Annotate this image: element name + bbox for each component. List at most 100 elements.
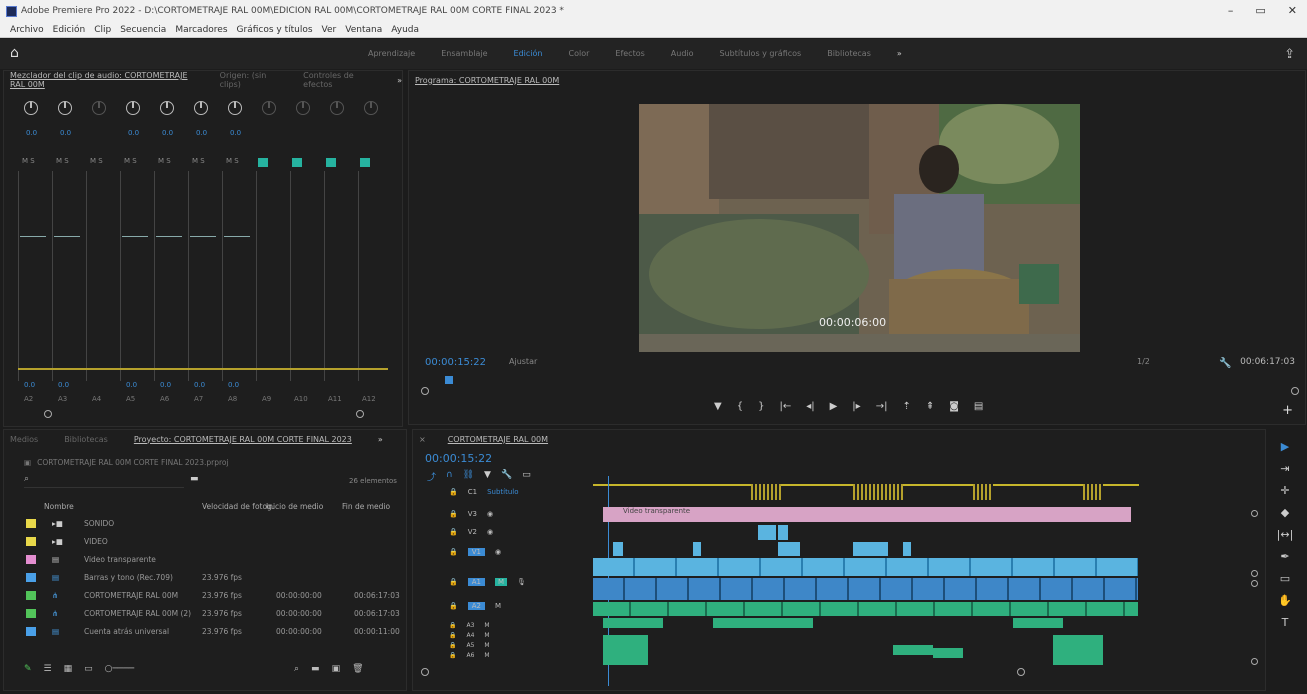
video-clip[interactable]: [693, 542, 701, 556]
pen-tool-icon[interactable]: ✒: [1280, 550, 1289, 563]
rectangle-tool-icon[interactable]: ▭: [1280, 572, 1290, 585]
workspace-tab-ensamblaje[interactable]: Ensamblaje: [441, 49, 487, 58]
lock-icon[interactable]: 🔒: [449, 602, 458, 610]
video-clip[interactable]: [778, 542, 800, 556]
caption-clip-group[interactable]: [853, 484, 903, 500]
list-item[interactable]: ▤ Cuenta atrás universal 23.976 fps 00:0…: [4, 622, 408, 640]
step-forward-icon[interactable]: |▸: [852, 401, 860, 412]
program-playhead-timecode[interactable]: 00:00:15:22: [425, 357, 486, 368]
selection-tool-icon[interactable]: ▶: [1281, 440, 1289, 453]
lock-icon[interactable]: 🔒: [449, 510, 458, 518]
menu-marcadores[interactable]: Marcadores: [175, 25, 227, 35]
menu-graficos[interactable]: Gráficos y títulos: [237, 25, 313, 35]
minimize-button[interactable]: –: [1228, 4, 1234, 17]
column-name[interactable]: Nombre: [44, 502, 74, 511]
audio-clip[interactable]: [603, 635, 648, 665]
fader-handle[interactable]: [224, 236, 250, 237]
slip-tool-icon[interactable]: |↔|: [1277, 528, 1294, 541]
menu-edicion[interactable]: Edición: [53, 25, 86, 35]
ripple-edit-tool-icon[interactable]: ✛: [1280, 484, 1289, 497]
mark-in-icon[interactable]: {: [737, 401, 743, 412]
tab-project[interactable]: Proyecto: CORTOMETRAJE RAL 00M CORTE FIN…: [134, 435, 352, 444]
video-transparent-clip[interactable]: Video transparente: [603, 507, 1131, 522]
program-playhead-marker[interactable]: [445, 376, 453, 384]
mute-icon[interactable]: M: [495, 602, 501, 610]
tab-audio-clip-mixer[interactable]: Mezclador del clip de audio: CORTOMETRAJ…: [10, 71, 198, 89]
mute-solo-buttons[interactable]: M S: [192, 157, 205, 165]
mute-icon[interactable]: M: [484, 622, 489, 629]
list-item[interactable]: ▸■ VIDEO: [4, 532, 408, 550]
zoom-handle-left[interactable]: [421, 387, 429, 395]
menu-ayuda[interactable]: Ayuda: [391, 25, 419, 35]
add-button-icon[interactable]: +: [1282, 403, 1293, 418]
tab-effect-controls[interactable]: Controles de efectos: [303, 71, 375, 89]
mute-icon[interactable]: M: [484, 642, 489, 649]
new-item-icon[interactable]: ▣: [332, 664, 341, 674]
track-header-v2[interactable]: 🔒 V2 ◉: [449, 528, 493, 536]
caption-clip-group[interactable]: [973, 484, 993, 500]
restore-button[interactable]: ▭: [1255, 4, 1265, 17]
video-clip[interactable]: [758, 525, 776, 540]
hand-tool-icon[interactable]: ✋: [1278, 594, 1292, 607]
track-header-v3[interactable]: 🔒 V3 ◉: [449, 510, 493, 518]
mixer-tabs-overflow-icon[interactable]: »: [397, 76, 402, 85]
mute-icon[interactable]: M: [484, 652, 489, 659]
step-back-icon[interactable]: ◂|: [806, 401, 814, 412]
audio-clip[interactable]: [603, 618, 663, 628]
lock-icon[interactable]: 🔒: [449, 488, 458, 496]
lock-icon[interactable]: 🔒: [449, 528, 458, 536]
mute-icon[interactable]: M: [494, 578, 508, 586]
list-item[interactable]: ▤ Barras y tono (Rec.709) 23.976 fps: [4, 568, 408, 586]
track-scroll-handle[interactable]: [1251, 580, 1258, 587]
track-header-a5[interactable]: 🔒 A5 M: [449, 642, 490, 649]
new-bin-icon[interactable]: ▬: [190, 474, 199, 484]
add-marker-icon[interactable]: ▼: [714, 401, 722, 412]
track-header-subtitle[interactable]: 🔒 C1 Subtítulo: [449, 488, 518, 496]
pan-knob-icon[interactable]: [262, 101, 276, 115]
fit-dropdown[interactable]: Ajustar: [509, 357, 537, 366]
go-to-in-icon[interactable]: |←: [779, 401, 791, 412]
eye-icon[interactable]: ◉: [487, 510, 493, 518]
track-header-a1[interactable]: 🔒 A1 M 🎙: [449, 578, 526, 586]
workspace-tab-efectos[interactable]: Efectos: [615, 49, 644, 58]
workspace-tab-color[interactable]: Color: [569, 49, 590, 58]
wrench-icon[interactable]: 🔧: [501, 470, 512, 483]
audio-track-a2-clips[interactable]: [593, 602, 1138, 616]
list-item[interactable]: ⋔ CORTOMETRAJE RAL 00M 23.976 fps 00:00:…: [4, 586, 408, 604]
fader-handle[interactable]: [54, 236, 80, 237]
label-color-swatch[interactable]: [26, 536, 36, 546]
audio-clip[interactable]: [933, 648, 963, 658]
pan-knob-icon[interactable]: [296, 101, 310, 115]
freeform-view-icon[interactable]: ▭: [84, 664, 93, 674]
snap-icon[interactable]: ∩: [446, 470, 453, 483]
lock-icon[interactable]: 🔒: [449, 578, 458, 586]
pan-knob-icon[interactable]: [228, 101, 242, 115]
tab-libraries[interactable]: Bibliotecas: [64, 435, 108, 444]
list-item[interactable]: ⋔ CORTOMETRAJE RAL 00M (2) 23.976 fps 00…: [4, 604, 408, 622]
clear-icon[interactable]: 🗑: [352, 664, 363, 674]
mute-on-button[interactable]: [326, 158, 336, 167]
lift-icon[interactable]: ⇡: [902, 401, 910, 412]
close-button[interactable]: ✕: [1288, 4, 1297, 17]
tab-media-browser[interactable]: Medios: [10, 435, 38, 444]
pan-knob-icon[interactable]: [194, 101, 208, 115]
label-color-swatch[interactable]: [26, 590, 36, 600]
video-clip[interactable]: [778, 525, 788, 540]
label-color-swatch[interactable]: [26, 572, 36, 582]
video-clip[interactable]: [613, 542, 623, 556]
lock-icon[interactable]: 🔒: [449, 632, 456, 639]
mute-on-button[interactable]: [360, 158, 370, 167]
menu-ver[interactable]: Ver: [322, 25, 337, 35]
timeline-zoom-handle-left[interactable]: [421, 668, 429, 676]
fader-handle[interactable]: [190, 236, 216, 237]
timeline-playhead-timecode[interactable]: 00:00:15:22: [425, 452, 492, 465]
zoom-slider[interactable]: ○────: [105, 664, 135, 674]
audio-clip[interactable]: [713, 618, 813, 628]
scroll-handle-left[interactable]: [44, 410, 52, 418]
mute-on-button[interactable]: [292, 158, 302, 167]
audio-track-a1-clips[interactable]: [593, 578, 1138, 600]
workspace-tab-subtitulos[interactable]: Subtítulos y gráficos: [720, 49, 802, 58]
audio-clip[interactable]: [893, 645, 933, 655]
track-header-a3[interactable]: 🔒 A3 M: [449, 622, 490, 629]
pan-knob-icon[interactable]: [58, 101, 72, 115]
